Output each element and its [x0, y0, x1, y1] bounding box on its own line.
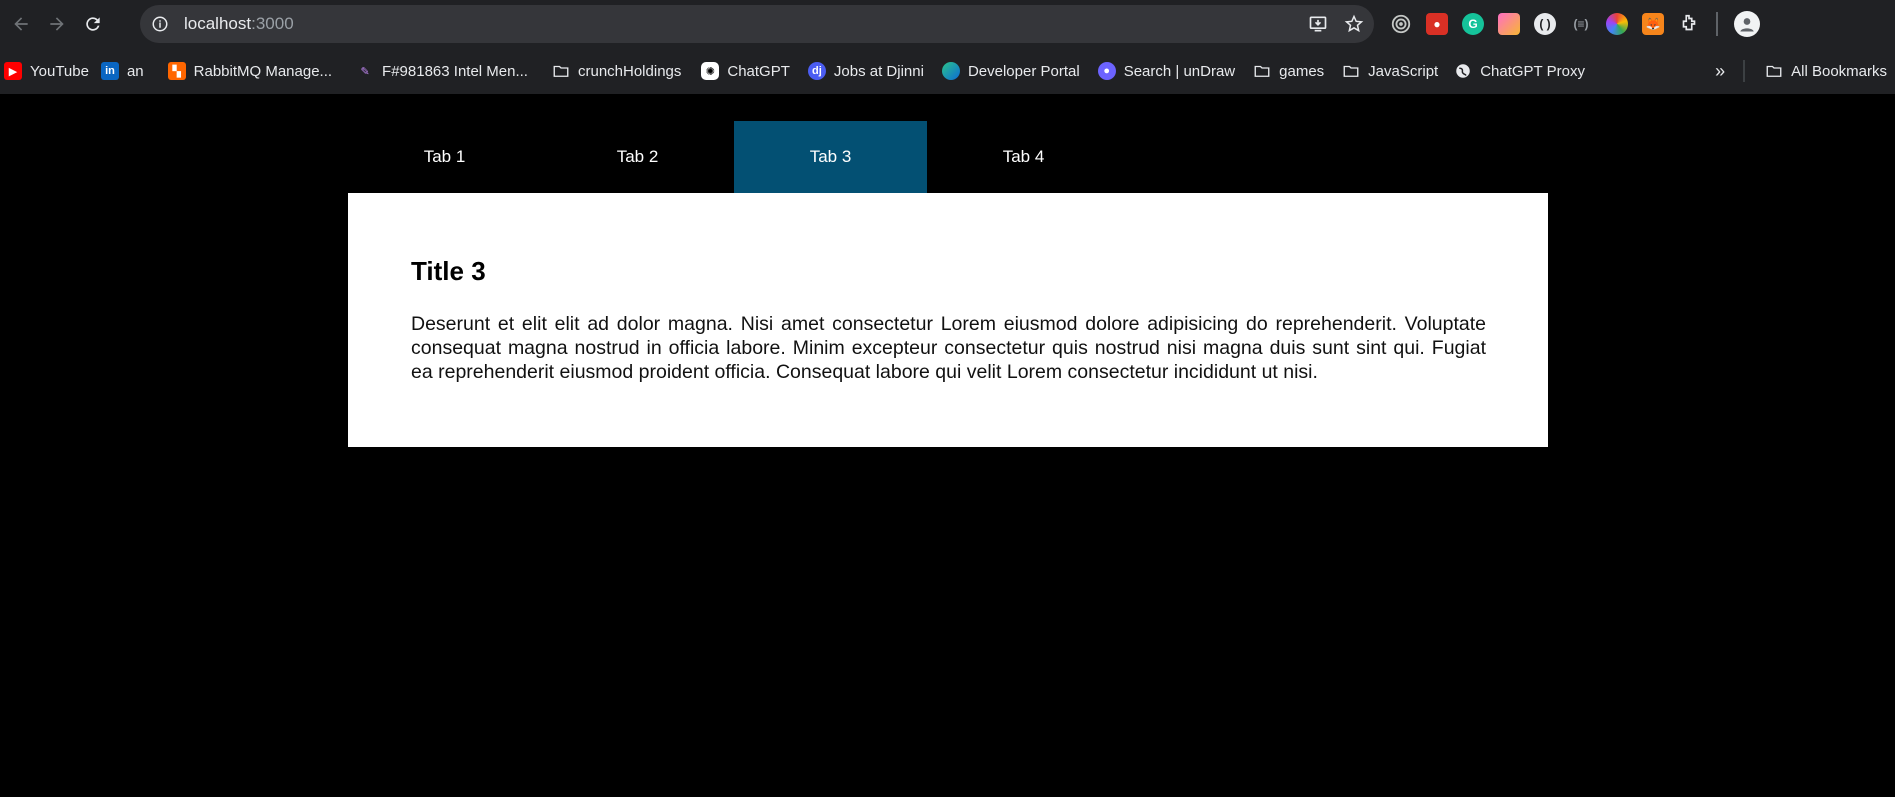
folder-icon: [1253, 62, 1271, 80]
chatgpt-icon: ✺: [701, 62, 720, 80]
back-button[interactable]: [6, 9, 36, 39]
djinni-icon: dj: [807, 62, 826, 80]
all-bookmarks-button[interactable]: All Bookmarks: [1761, 57, 1895, 85]
extension-brackets-icon[interactable]: (≡): [1570, 13, 1592, 35]
toolbar-divider: [1716, 12, 1718, 36]
tab-2[interactable]: Tab 2: [541, 121, 734, 193]
reload-button[interactable]: [78, 9, 108, 39]
bookmark-label: RabbitMQ Manage...: [193, 62, 333, 80]
folder-icon: [1342, 62, 1360, 80]
extension-circle-icon[interactable]: ( ): [1534, 13, 1556, 35]
all-bookmarks-label: All Bookmarks: [1791, 62, 1887, 80]
arrow-left-icon: [14, 17, 28, 31]
linkedin-icon: in: [100, 62, 119, 80]
bookmark-label: Search | unDraw: [1123, 62, 1236, 80]
bookmark-label: ChatGPT: [727, 62, 790, 80]
extension-red-icon[interactable]: ●: [1426, 13, 1448, 35]
tab-list: Tab 1 Tab 2 Tab 3 Tab 4: [348, 121, 1120, 193]
grammarly-icon[interactable]: G: [1462, 13, 1484, 35]
panel-title: Title 3: [411, 256, 486, 286]
youtube-icon: ▶: [4, 62, 22, 80]
url-host: localhost: [184, 14, 252, 33]
bookmark-label: ChatGPT Proxy: [1480, 62, 1585, 80]
star-icon[interactable]: [1344, 14, 1364, 34]
bookmarks-bar: ▶ YouTube in an ▚ RabbitMQ Manage... ✎ F…: [0, 48, 1895, 94]
bookmark-folder-games[interactable]: games: [1249, 57, 1332, 85]
undraw-icon: ●: [1097, 62, 1116, 80]
bookmark-intel[interactable]: ✎ F#981863 Intel Men...: [352, 57, 536, 85]
bookmark-label: YouTube: [30, 62, 89, 80]
bookmark-label: Jobs at Djinni: [833, 62, 924, 80]
profile-avatar[interactable]: [1734, 11, 1760, 37]
page-viewport: Tab 1 Tab 2 Tab 3 Tab 4 Title 3 Deserunt…: [0, 94, 1895, 797]
browser-toolbar: localhost:3000 ● G ( ) (≡) 🦊: [0, 0, 1895, 48]
rabbitmq-icon: ▚: [167, 62, 186, 80]
forward-button[interactable]: [42, 9, 72, 39]
url-text[interactable]: localhost:3000: [184, 14, 294, 34]
tab-4[interactable]: Tab 4: [927, 121, 1120, 193]
bookmark-label: games: [1279, 62, 1325, 80]
intel-icon: ✎: [360, 65, 370, 78]
site-info-icon[interactable]: [150, 14, 170, 34]
panel-body: Deserunt et elit elit ad dolor magna. Ni…: [411, 313, 1486, 383]
reload-icon: [86, 17, 100, 31]
bookmark-linkedin[interactable]: in an: [97, 57, 152, 85]
metamask-icon[interactable]: 🦊: [1642, 13, 1664, 35]
bookmark-undraw[interactable]: ● Search | unDraw: [1094, 57, 1243, 85]
arrow-right-icon: [50, 17, 64, 31]
tab-panel: Title 3 Deserunt et elit elit ad dolor m…: [348, 193, 1548, 447]
globe-icon: [1454, 62, 1472, 80]
bookmark-label: an: [126, 62, 144, 80]
bookmark-label: crunchHoldings: [577, 62, 682, 80]
install-app-icon[interactable]: [1308, 14, 1328, 34]
bookmarks-divider: [1743, 60, 1746, 82]
extension-target-icon[interactable]: [1390, 13, 1412, 35]
bookmark-folder-javascript[interactable]: JavaScript: [1338, 57, 1446, 85]
bookmark-djinni[interactable]: dj Jobs at Djinni: [804, 57, 932, 85]
bookmark-rabbitmq[interactable]: ▚ RabbitMQ Manage...: [164, 57, 340, 85]
bookmark-label: F#981863 Intel Men...: [382, 62, 528, 80]
bookmark-label: Developer Portal: [967, 62, 1080, 80]
more-bookmarks-icon[interactable]: »: [1715, 61, 1725, 82]
bookmark-label: JavaScript: [1368, 62, 1439, 80]
extensions-puzzle-icon[interactable]: [1678, 13, 1700, 35]
bookmark-chatgpt-proxy[interactable]: ChatGPT Proxy: [1450, 57, 1593, 85]
folder-icon: [552, 62, 570, 80]
extension-colorwheel-icon[interactable]: [1606, 13, 1628, 35]
tab-3[interactable]: Tab 3: [734, 121, 927, 193]
bookmark-chatgpt[interactable]: ✺ ChatGPT: [697, 57, 798, 85]
bookmark-developer-portal[interactable]: Developer Portal: [938, 57, 1088, 85]
folder-icon: [1765, 62, 1783, 80]
bookmark-folder-crunchholdings[interactable]: crunchHoldings: [548, 57, 689, 85]
address-bar[interactable]: localhost:3000: [140, 5, 1374, 43]
edge-icon: [941, 62, 960, 80]
tab-1[interactable]: Tab 1: [348, 121, 541, 193]
extension-gradient-icon[interactable]: [1498, 13, 1520, 35]
url-port: :3000: [251, 14, 294, 33]
bookmark-youtube[interactable]: ▶ YouTube: [0, 57, 97, 85]
